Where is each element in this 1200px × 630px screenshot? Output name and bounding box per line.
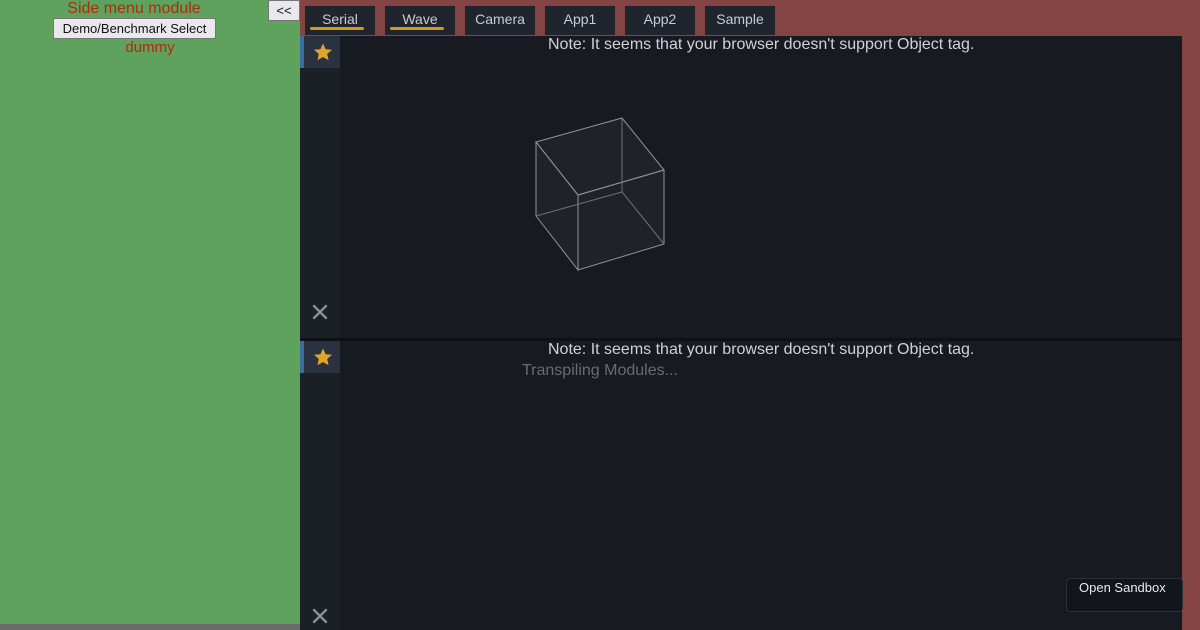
star-icon <box>314 43 332 61</box>
module-panel-2: Note: It seems that your browser doesn't… <box>300 341 1182 630</box>
tab-app1[interactable]: App1 <box>545 6 615 35</box>
star-icon <box>314 348 332 366</box>
close-icon[interactable] <box>310 606 330 626</box>
module-panel-1: Note: It seems that your browser doesn't… <box>300 36 1182 338</box>
tab-active-indicator <box>310 27 364 30</box>
tab-label: Sample <box>716 11 764 27</box>
object-tag-note: Note: It seems that your browser doesn't… <box>548 36 975 53</box>
favorite-button[interactable] <box>300 341 340 373</box>
tab-camera[interactable]: Camera <box>465 6 535 35</box>
tab-label: App2 <box>643 11 677 27</box>
cube-3d-view[interactable] <box>530 116 670 276</box>
tab-app2[interactable]: App2 <box>625 6 695 35</box>
side-menu-dummy-text: dummy <box>125 39 175 56</box>
tab-wave[interactable]: Wave <box>385 6 455 35</box>
open-sandbox-button[interactable]: Open Sandbox <box>1066 578 1183 612</box>
favorite-button[interactable] <box>300 36 340 68</box>
right-edge-strip <box>1182 36 1200 630</box>
tab-serial[interactable]: Serial <box>305 6 375 35</box>
transpiling-status: Transpiling Modules... <box>522 362 678 379</box>
tab-label: Camera <box>475 11 525 27</box>
panel-rail <box>300 36 340 338</box>
close-icon[interactable] <box>310 302 330 322</box>
tab-label: Serial <box>322 11 358 27</box>
tab-sample[interactable]: Sample <box>705 6 775 35</box>
side-menu-title: Side menu module <box>67 0 201 17</box>
collapse-side-menu-button[interactable]: << <box>268 0 300 21</box>
side-menu: Side menu module Demo/Benchmark Select d… <box>0 0 300 624</box>
demo-benchmark-select-button[interactable]: Demo/Benchmark Select <box>53 18 216 39</box>
tab-active-indicator <box>390 27 444 30</box>
tab-label: App1 <box>563 11 597 27</box>
tab-label: Wave <box>402 11 438 27</box>
panel-rail <box>300 341 340 630</box>
side-menu-scrollbar[interactable] <box>0 624 300 630</box>
object-tag-note: Note: It seems that your browser doesn't… <box>548 341 975 358</box>
